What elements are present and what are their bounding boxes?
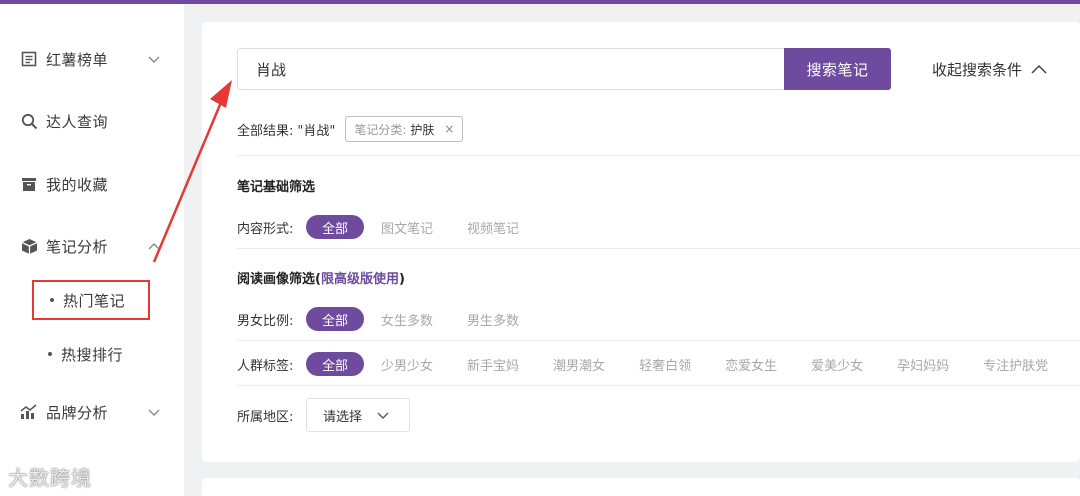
filter-label: 人群标签: bbox=[237, 358, 294, 374]
tag-key: 笔记分类: bbox=[354, 122, 407, 137]
search-icon bbox=[20, 112, 38, 130]
divider bbox=[237, 248, 1080, 249]
option-pregnant-moms[interactable]: 孕妇妈妈 bbox=[880, 352, 966, 376]
filter-tag-note-category: 笔记分类: 护肤 × bbox=[345, 116, 464, 142]
chevron-up-icon bbox=[1031, 64, 1047, 74]
filter-label: 所属地区: bbox=[237, 409, 294, 425]
sidebar-subitem-hot-notes[interactable]: 热门笔记 bbox=[32, 280, 150, 320]
sidebar-item-hongshu-ranking[interactable]: 红薯榜单 bbox=[0, 39, 184, 79]
chevron-up-icon bbox=[148, 243, 160, 250]
title-text: 阅读画像筛选( bbox=[237, 272, 321, 287]
option-white-collar[interactable]: 轻奢白领 bbox=[622, 352, 708, 376]
watermark-text: 大数跨境 bbox=[8, 466, 92, 490]
sidebar-item-my-favorites[interactable]: 我的收藏 bbox=[0, 164, 184, 204]
sidebar-subitem-label: 热搜排行 bbox=[61, 345, 124, 364]
sidebar-subitem-hot-search-ranking[interactable]: 热搜排行 bbox=[32, 334, 150, 374]
crowd-tag-filter: 人群标签: 全部 少男少女 新手宝妈 潮男潮女 轻奢白领 恋爱女生 爱美少女 孕… bbox=[237, 352, 1065, 376]
results-label: 全部结果: bbox=[237, 123, 294, 139]
divider bbox=[237, 155, 1080, 156]
region-filter: 所属地区: 请选择 bbox=[237, 398, 410, 432]
option-new-moms[interactable]: 新手宝妈 bbox=[450, 352, 536, 376]
option-image-notes[interactable]: 图文笔记 bbox=[364, 215, 450, 239]
gender-ratio-filter: 男女比例: 全部 女生多数 男生多数 bbox=[237, 307, 536, 331]
option-skincare-fans[interactable]: 专注护肤党 bbox=[966, 352, 1065, 376]
divider bbox=[237, 385, 1080, 386]
sidebar-item-note-analysis[interactable]: 笔记分析 bbox=[0, 226, 184, 266]
option-beauty-girls[interactable]: 爱美少女 bbox=[794, 352, 880, 376]
sidebar: 红薯榜单 达人查询 我的收藏 笔记分析 热门笔记 热搜排行 品牌分析 大数跨境 bbox=[0, 4, 184, 496]
list-icon bbox=[20, 50, 38, 68]
option-all[interactable]: 全部 bbox=[306, 352, 365, 376]
option-trendsetters[interactable]: 潮男潮女 bbox=[536, 352, 622, 376]
collapse-search-conditions-toggle[interactable]: 收起搜索条件 bbox=[932, 48, 1048, 90]
close-icon[interactable]: × bbox=[444, 122, 454, 136]
premium-only-note: 限高级版使用 bbox=[320, 272, 399, 287]
region-select-value: 请选择 bbox=[323, 409, 363, 425]
sidebar-item-influencer-search[interactable]: 达人查询 bbox=[0, 101, 184, 141]
search-input[interactable] bbox=[237, 48, 785, 90]
results-summary: 全部结果: "肖战" 笔记分类: 护肤 × bbox=[237, 116, 464, 142]
bullet-dot bbox=[50, 298, 54, 302]
bullet-dot bbox=[48, 352, 52, 356]
content-form-filter: 内容形式: 全部 图文笔记 视频笔记 bbox=[237, 215, 536, 239]
sidebar-item-label: 我的收藏 bbox=[46, 175, 109, 194]
filter-label: 男女比例: bbox=[237, 313, 294, 329]
chevron-down-icon bbox=[148, 56, 160, 63]
title-text: ) bbox=[398, 272, 405, 287]
chevron-down-icon bbox=[148, 409, 160, 416]
results-query: "肖战" bbox=[297, 123, 336, 139]
option-teens[interactable]: 少男少女 bbox=[364, 352, 450, 376]
option-mostly-male[interactable]: 男生多数 bbox=[450, 307, 536, 331]
results-panel bbox=[202, 478, 1080, 496]
basic-filter-title: 笔记基础筛选 bbox=[237, 180, 316, 195]
filter-label: 内容形式: bbox=[237, 221, 294, 237]
option-all[interactable]: 全部 bbox=[306, 215, 365, 239]
reader-filter-title: 阅读画像筛选(限高级版使用) bbox=[237, 268, 405, 287]
archive-icon bbox=[20, 175, 38, 193]
collapse-label: 收起搜索条件 bbox=[932, 60, 1023, 79]
option-dating-girls[interactable]: 恋爱女生 bbox=[708, 352, 794, 376]
sidebar-item-label: 品牌分析 bbox=[46, 403, 109, 422]
chevron-down-icon bbox=[377, 412, 389, 419]
sidebar-item-label: 达人查询 bbox=[46, 112, 109, 131]
sidebar-item-label: 笔记分析 bbox=[46, 237, 109, 256]
tag-value: 护肤 bbox=[410, 122, 435, 137]
option-all[interactable]: 全部 bbox=[306, 307, 365, 331]
search-panel: 搜索笔记 收起搜索条件 全部结果: "肖战" 笔记分类: 护肤 × 笔记基础筛选… bbox=[202, 22, 1080, 462]
chart-icon bbox=[20, 403, 38, 421]
option-video-notes[interactable]: 视频笔记 bbox=[450, 215, 536, 239]
sidebar-item-brand-analysis[interactable]: 品牌分析 bbox=[0, 392, 184, 432]
sidebar-item-label: 红薯榜单 bbox=[46, 50, 109, 69]
divider bbox=[237, 340, 1080, 341]
region-select[interactable]: 请选择 bbox=[306, 398, 410, 432]
sidebar-subitem-label: 热门笔记 bbox=[63, 291, 126, 310]
box-icon bbox=[20, 237, 38, 255]
search-notes-button[interactable]: 搜索笔记 bbox=[784, 48, 891, 90]
option-mostly-female[interactable]: 女生多数 bbox=[364, 307, 450, 331]
